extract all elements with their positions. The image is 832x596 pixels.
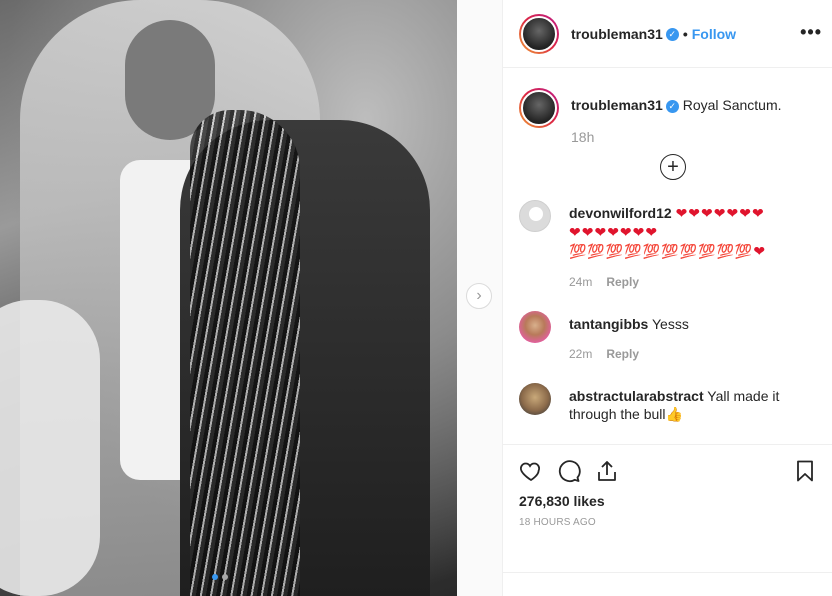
author-avatar[interactable] [519,13,559,54]
bookmark-icon[interactable] [793,459,817,483]
next-photo-button[interactable]: › [466,283,492,309]
reply-button[interactable]: Reply [606,275,639,289]
comment-item: tantangibbs Yesss 22m Reply [519,311,817,363]
heart-icon[interactable] [519,459,543,483]
photo-braids [190,110,300,596]
chevron-right-icon: › [476,287,482,304]
comment-bubble-icon[interactable] [557,459,581,483]
comment-text-line: ❤❤❤❤❤❤❤ [569,225,659,241]
post-timestamp[interactable]: 18 HOURS AGO [519,517,817,528]
caption-username[interactable]: troubleman31 [571,97,663,113]
comment-item: abstractularabstract Yall made it throug… [519,383,817,423]
carousel-dot [222,574,228,580]
verified-badge-icon: ✓ [665,28,679,42]
comment-username[interactable]: tantangibbs [569,316,648,332]
comment-text-line: ❤❤❤❤❤❤❤ [675,206,765,222]
comment-username[interactable]: devonwilford12 [569,205,672,221]
comment-text-line: 💯💯💯💯💯💯💯💯💯💯❤ [569,244,767,260]
load-more-comments-button[interactable]: + [660,154,686,180]
caption-text: Royal Sanctum. [682,97,782,113]
more-options-icon[interactable]: ••• [800,22,822,43]
add-comment-section[interactable] [503,572,832,596]
post-actions: 276,830 likes 18 HOURS AGO [503,444,832,528]
caption-avatar[interactable] [519,88,559,128]
comment-time[interactable]: 24m [569,275,592,289]
post-photo[interactable] [0,0,457,596]
commenter-avatar[interactable] [519,200,551,232]
post-header: troubleman31 ✓ • Follow ••• [503,0,832,68]
comment-text: Yesss [651,316,689,332]
carousel-dot-active [212,574,218,580]
commenter-avatar[interactable] [519,311,551,343]
comment-meta: 24m Reply [569,273,817,291]
comment-time[interactable]: 22m [569,347,592,361]
share-icon[interactable] [595,459,619,483]
comment-item: devonwilford12 ❤❤❤❤❤❤❤ ❤❤❤❤❤❤❤ 💯💯💯💯💯💯💯💯💯… [519,200,817,291]
commenter-avatar[interactable] [519,383,551,415]
post-sidebar: troubleman31 ✓ • Follow ••• troubleman31 ✓ R… [502,0,832,596]
comment-meta: 22m Reply [569,345,817,363]
caption-time[interactable]: 18h [571,128,817,146]
plus-circle-icon: + [667,156,679,178]
follow-button[interactable]: Follow [692,26,736,42]
comment-username[interactable]: abstractularabstract [569,388,704,404]
comments-list[interactable]: troubleman31 ✓ Royal Sanctum. 18h + devon… [503,68,832,444]
reply-button[interactable]: Reply [606,347,639,361]
caption: troubleman31 ✓ Royal Sanctum. 18h [519,88,817,146]
header-separator: • [682,25,688,42]
verified-badge-icon: ✓ [665,99,679,113]
photo-foreground-blur [0,300,100,596]
carousel-dots [212,574,228,580]
author-username[interactable]: troubleman31 [571,26,663,42]
likes-count[interactable]: 276,830 likes [519,493,817,509]
